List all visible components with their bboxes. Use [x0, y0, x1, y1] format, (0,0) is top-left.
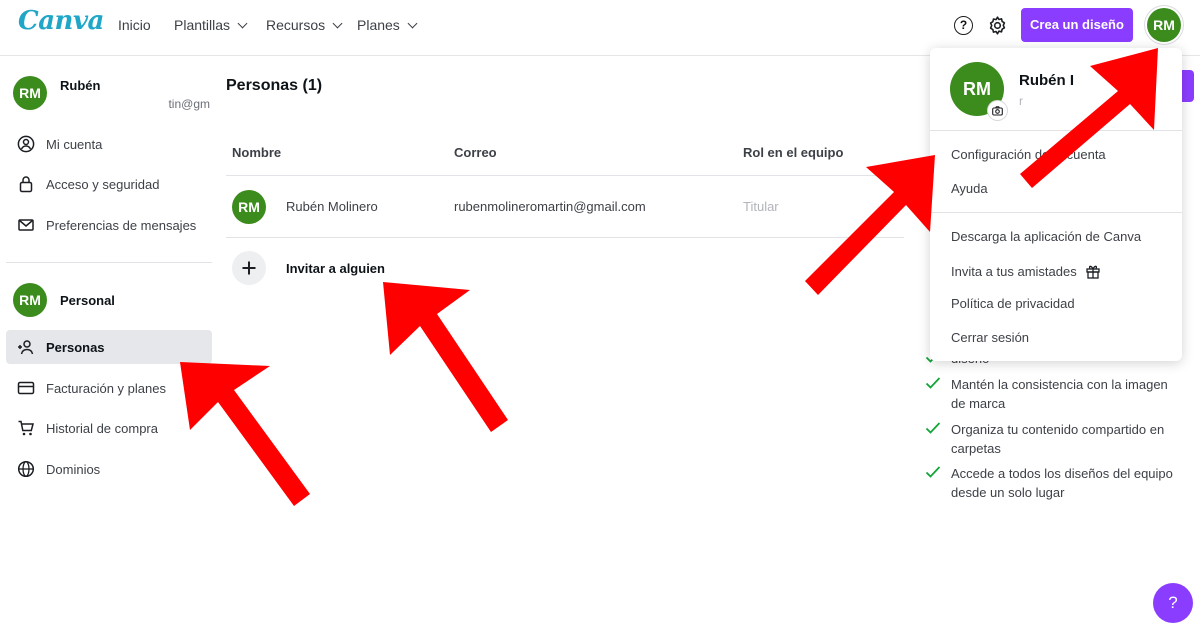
nav-inicio[interactable]: Inicio	[118, 17, 151, 33]
menu-item-logout[interactable]: Cerrar sesión	[951, 330, 1029, 345]
check-icon	[925, 377, 941, 389]
nav-plantillas[interactable]: Plantillas	[174, 17, 248, 33]
menu-user-name: Rubén I	[1019, 72, 1074, 89]
nav-inicio-label: Inicio	[118, 17, 151, 33]
settings-sidebar: RM Rubén tin@gm Mi cuenta Acceso y segur…	[0, 56, 215, 625]
check-icon	[925, 466, 941, 478]
people-icon	[6, 338, 46, 356]
annotation-arrow-settings	[805, 155, 935, 295]
nav-recursos-label: Recursos	[266, 17, 326, 33]
lock-icon	[6, 175, 46, 193]
chevron-down-icon	[237, 18, 248, 28]
member-avatar: RM	[232, 190, 266, 224]
menu-item-help[interactable]: Ayuda	[951, 181, 988, 196]
sidebar-item-label: Dominios	[46, 461, 101, 477]
help-fab-button[interactable]: ?	[1153, 583, 1193, 623]
mail-icon	[6, 216, 46, 234]
sidebar-item-label: Historial de compra	[46, 420, 158, 436]
sidebar-divider	[6, 262, 212, 263]
gear-icon[interactable]	[987, 15, 1008, 36]
menu-divider	[930, 130, 1182, 131]
feature-item: Accede a todos los diseños del equipo de…	[925, 464, 1185, 502]
credit-card-icon	[6, 379, 46, 397]
sidebar-item-label: Preferencias de mensajes	[46, 217, 197, 233]
menu-email-tail: @	[1119, 94, 1132, 108]
nav-planes-label: Planes	[357, 17, 400, 33]
globe-icon	[6, 460, 46, 478]
column-header-correo: Correo	[454, 145, 497, 160]
sidebar-item-historial[interactable]: Historial de compra	[6, 411, 212, 445]
page-title: Personas (1)	[226, 77, 323, 94]
plus-icon[interactable]	[232, 251, 266, 285]
sidebar-item-facturacion[interactable]: Facturación y planes	[6, 371, 212, 405]
invite-someone-button[interactable]: Invitar a alguien	[286, 261, 385, 276]
sidebar-item-mi-cuenta[interactable]: Mi cuenta	[6, 127, 212, 161]
help-icon[interactable]: ?	[954, 16, 973, 35]
nav-recursos[interactable]: Recursos	[266, 17, 343, 33]
column-header-rol: Rol en el equipo	[743, 145, 844, 160]
arrow-shape	[805, 155, 935, 295]
member-role: Titular	[743, 199, 779, 214]
nav-plantillas-label: Plantillas	[174, 17, 231, 33]
menu-item-label: Invita a tus amistades	[951, 263, 1077, 279]
user-icon	[6, 135, 46, 153]
column-header-nombre: Nombre	[232, 145, 282, 160]
check-icon	[925, 422, 941, 434]
menu-user-email: r @	[1019, 94, 1149, 108]
table-divider	[226, 175, 904, 176]
sidebar-item-label: Facturación y planes	[46, 380, 166, 396]
sidebar-item-preferencias-mensajes[interactable]: Preferencias de mensajes	[6, 208, 212, 242]
user-name: Rubén	[60, 78, 101, 93]
camera-icon[interactable]	[988, 101, 1007, 120]
sidebar-item-label: Acceso y seguridad	[46, 176, 160, 192]
menu-item-privacy[interactable]: Política de privacidad	[951, 296, 1075, 311]
team-name: Personal	[60, 293, 115, 308]
feature-item: Mantén la consistencia con la imagen de …	[925, 375, 1185, 413]
chevron-down-icon	[332, 18, 343, 28]
sidebar-item-label: Personas	[46, 339, 105, 355]
feature-item: Organiza tu contenido compartido en carp…	[925, 420, 1185, 458]
feature-text: Organiza tu contenido compartido en carp…	[951, 422, 1165, 456]
menu-item-invite-friends[interactable]: Invita a tus amistades	[951, 263, 1101, 279]
sidebar-item-personas[interactable]: Personas	[6, 330, 212, 364]
account-avatar-button[interactable]: RM	[1147, 8, 1181, 42]
nav-planes[interactable]: Planes	[357, 17, 418, 33]
canva-logo[interactable]: Canva	[18, 6, 104, 36]
sidebar-item-dominios[interactable]: Dominios	[6, 452, 212, 486]
chevron-down-icon	[407, 18, 418, 28]
member-email: rubenmolineromartin@gmail.com	[454, 199, 646, 214]
member-name: Rubén Molinero	[286, 199, 378, 214]
annotation-arrow-invite	[383, 282, 508, 432]
table-divider	[226, 237, 904, 238]
feature-text: Mantén la consistencia con la imagen de …	[951, 377, 1168, 411]
menu-divider	[930, 212, 1182, 213]
menu-email-start: r	[1019, 94, 1023, 108]
cart-icon	[6, 419, 46, 437]
sidebar-item-label: Mi cuenta	[46, 136, 103, 152]
menu-item-account-settings[interactable]: Configuración de la cuenta	[951, 147, 1106, 162]
user-avatar: RM	[13, 76, 47, 110]
feature-text: Accede a todos los diseños del equipo de…	[951, 466, 1173, 500]
team-avatar: RM	[13, 283, 47, 317]
create-design-button[interactable]: Crea un diseño	[1021, 8, 1133, 42]
gift-icon	[1086, 265, 1100, 279]
user-email: tin@gm	[168, 97, 210, 111]
sidebar-item-acceso-seguridad[interactable]: Acceso y seguridad	[6, 167, 212, 201]
menu-item-download-app[interactable]: Descarga la aplicación de Canva	[951, 229, 1141, 244]
arrow-shape	[383, 282, 508, 432]
upgrade-button-edge[interactable]	[1180, 70, 1194, 102]
account-menu: RM Rubén I r @ Configuración de la cuenta…	[930, 48, 1182, 361]
